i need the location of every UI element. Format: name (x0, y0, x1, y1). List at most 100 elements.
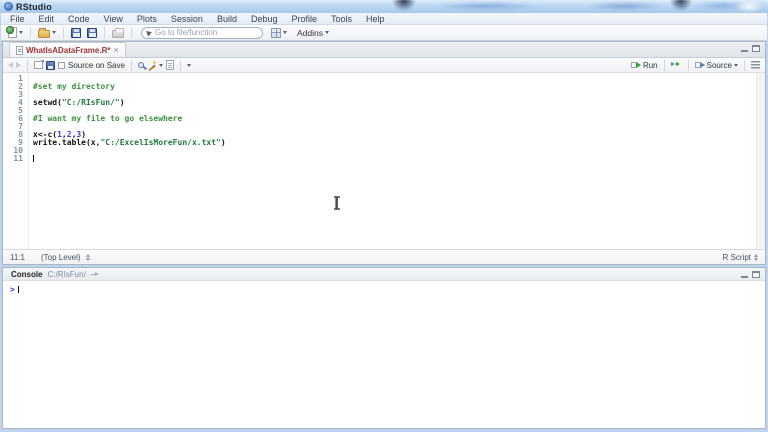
editor-body[interactable]: 1 2 3 4 5 6 7 8 9 10 11 #set my directory setwd("C:… (3, 73, 765, 249)
file-type-label: R Script (722, 252, 751, 262)
compile-report-icon[interactable] (165, 60, 174, 70)
open-folder-icon (38, 27, 50, 38)
save-all-button[interactable] (85, 27, 99, 39)
separator (30, 27, 31, 38)
window-controls-blur (736, 1, 762, 12)
save-button[interactable] (69, 27, 83, 39)
code-token: "C:/ExcelIsMoreFun/x.txt" (100, 138, 221, 147)
code-token: #I want my file to go elsewhere (33, 114, 183, 123)
new-file-button[interactable] (6, 26, 25, 39)
video-artifact (392, 0, 416, 11)
code-line-4[interactable]: setwd("C:/RIsFun/") (33, 99, 226, 107)
goto-directory-icon[interactable] (90, 271, 99, 278)
chevron-down-icon (734, 63, 738, 67)
code-token: write.table(x, (33, 138, 101, 147)
tab-whatisadataframe[interactable]: WhatIsADataFrame.R* × (9, 42, 126, 57)
run-label: Run (642, 60, 658, 70)
line-number: 11 (13, 154, 23, 163)
separator (179, 59, 181, 71)
code-line-11[interactable] (33, 155, 226, 163)
addins-dropdown[interactable]: Addins (297, 28, 323, 38)
menu-item-plots[interactable]: Plots (130, 13, 164, 25)
menu-item-profile[interactable]: Profile (285, 13, 325, 25)
menu-item-debug[interactable]: Debug (244, 13, 285, 25)
separator (104, 27, 105, 38)
separator (130, 59, 132, 71)
code-token: ) (220, 138, 226, 147)
pane-layout-icon (271, 27, 281, 38)
find-replace-icon[interactable] (137, 62, 144, 68)
scope-label: (Top Level) (40, 252, 81, 262)
code-line-9[interactable]: write.table(x,"C:/ExcelIsMoreFun/x.txt") (33, 139, 226, 147)
goto-arrow-icon (146, 28, 153, 37)
file-type-selector[interactable]: R Script (723, 253, 758, 262)
run-button[interactable]: Run (630, 60, 658, 70)
source-on-save-checkbox[interactable] (58, 61, 65, 69)
editor-toolbar-right: Run Source (630, 59, 760, 71)
console-title: Console (11, 269, 43, 279)
code-line-2[interactable]: #set my directory (33, 83, 226, 91)
minimize-pane-icon[interactable] (741, 49, 748, 52)
text-cursor (33, 155, 34, 162)
maximize-pane-icon[interactable] (752, 45, 760, 52)
code-token: #set my directory (33, 82, 115, 91)
forward-button[interactable] (16, 62, 21, 68)
menubar: File Edit Code View Plots Session Build Debug Pr… (1, 13, 767, 25)
source-icon (694, 61, 705, 69)
goto-file-input[interactable] (155, 28, 257, 37)
save-icon[interactable] (46, 60, 55, 70)
code-line-10[interactable] (33, 147, 226, 155)
rerun-icon[interactable] (670, 61, 682, 69)
cursor-position: 11:1 (10, 252, 25, 262)
print-button[interactable] (110, 26, 126, 39)
console-body[interactable]: > (3, 281, 765, 428)
goto-file-search[interactable] (141, 26, 263, 39)
video-artifact (585, 2, 665, 10)
scope-updown-icon (85, 253, 90, 261)
close-icon[interactable]: × (113, 46, 118, 55)
code-line-6[interactable]: #I want my file to go elsewhere (33, 115, 226, 123)
menu-item-view[interactable]: View (97, 13, 130, 25)
pane-window-buttons (741, 271, 760, 278)
console-prompt: > (10, 285, 15, 294)
console-cursor (17, 286, 19, 293)
run-icon (630, 61, 641, 69)
separator (27, 59, 28, 71)
open-file-button[interactable] (36, 27, 58, 39)
console-pane: Console C:/RIsFun/ > (2, 267, 766, 429)
rstudio-logo-icon (4, 2, 13, 11)
r-file-icon (16, 45, 23, 55)
menu-item-edit[interactable]: Edit (32, 13, 62, 25)
code-area[interactable]: #set my directory setwd("C:/RIsFun/") #I w… (29, 73, 226, 249)
code-tools-icon[interactable] (147, 60, 156, 70)
menu-item-code[interactable]: Code (61, 13, 97, 25)
video-artifact (670, 0, 692, 11)
document-outline-icon[interactable] (751, 61, 760, 69)
scope-selector[interactable]: (Top Level) (41, 253, 90, 262)
tab-label: WhatIsADataFrame.R* (26, 45, 111, 55)
save-all-icon (87, 27, 97, 38)
open-in-new-window-icon[interactable] (34, 60, 44, 69)
editor-toolbar: Source on Save Run Source (3, 58, 765, 73)
menu-item-file[interactable]: File (3, 13, 32, 25)
chevron-down-icon (325, 31, 329, 34)
separator (663, 59, 665, 71)
maximize-pane-icon[interactable] (752, 271, 760, 278)
code-token: setwd( (33, 98, 62, 107)
chevron-down-icon (158, 63, 163, 67)
separator (687, 59, 689, 71)
minimize-pane-icon[interactable] (741, 275, 748, 278)
chevron-down-icon (186, 63, 191, 67)
print-icon (112, 28, 124, 38)
source-button[interactable]: Source (694, 61, 738, 70)
separator (131, 27, 132, 38)
menu-item-tools[interactable]: Tools (324, 13, 359, 25)
editor-scrollbar[interactable] (756, 73, 765, 249)
menu-item-session[interactable]: Session (164, 13, 210, 25)
pane-layout-button[interactable] (269, 27, 289, 39)
source-pane: WhatIsADataFrame.R* × Source on Save Run (2, 41, 766, 265)
menu-item-help[interactable]: Help (359, 13, 392, 25)
back-button[interactable] (8, 62, 13, 68)
menu-item-build[interactable]: Build (210, 13, 244, 25)
editor-tabbar: WhatIsADataFrame.R* × (3, 42, 765, 58)
